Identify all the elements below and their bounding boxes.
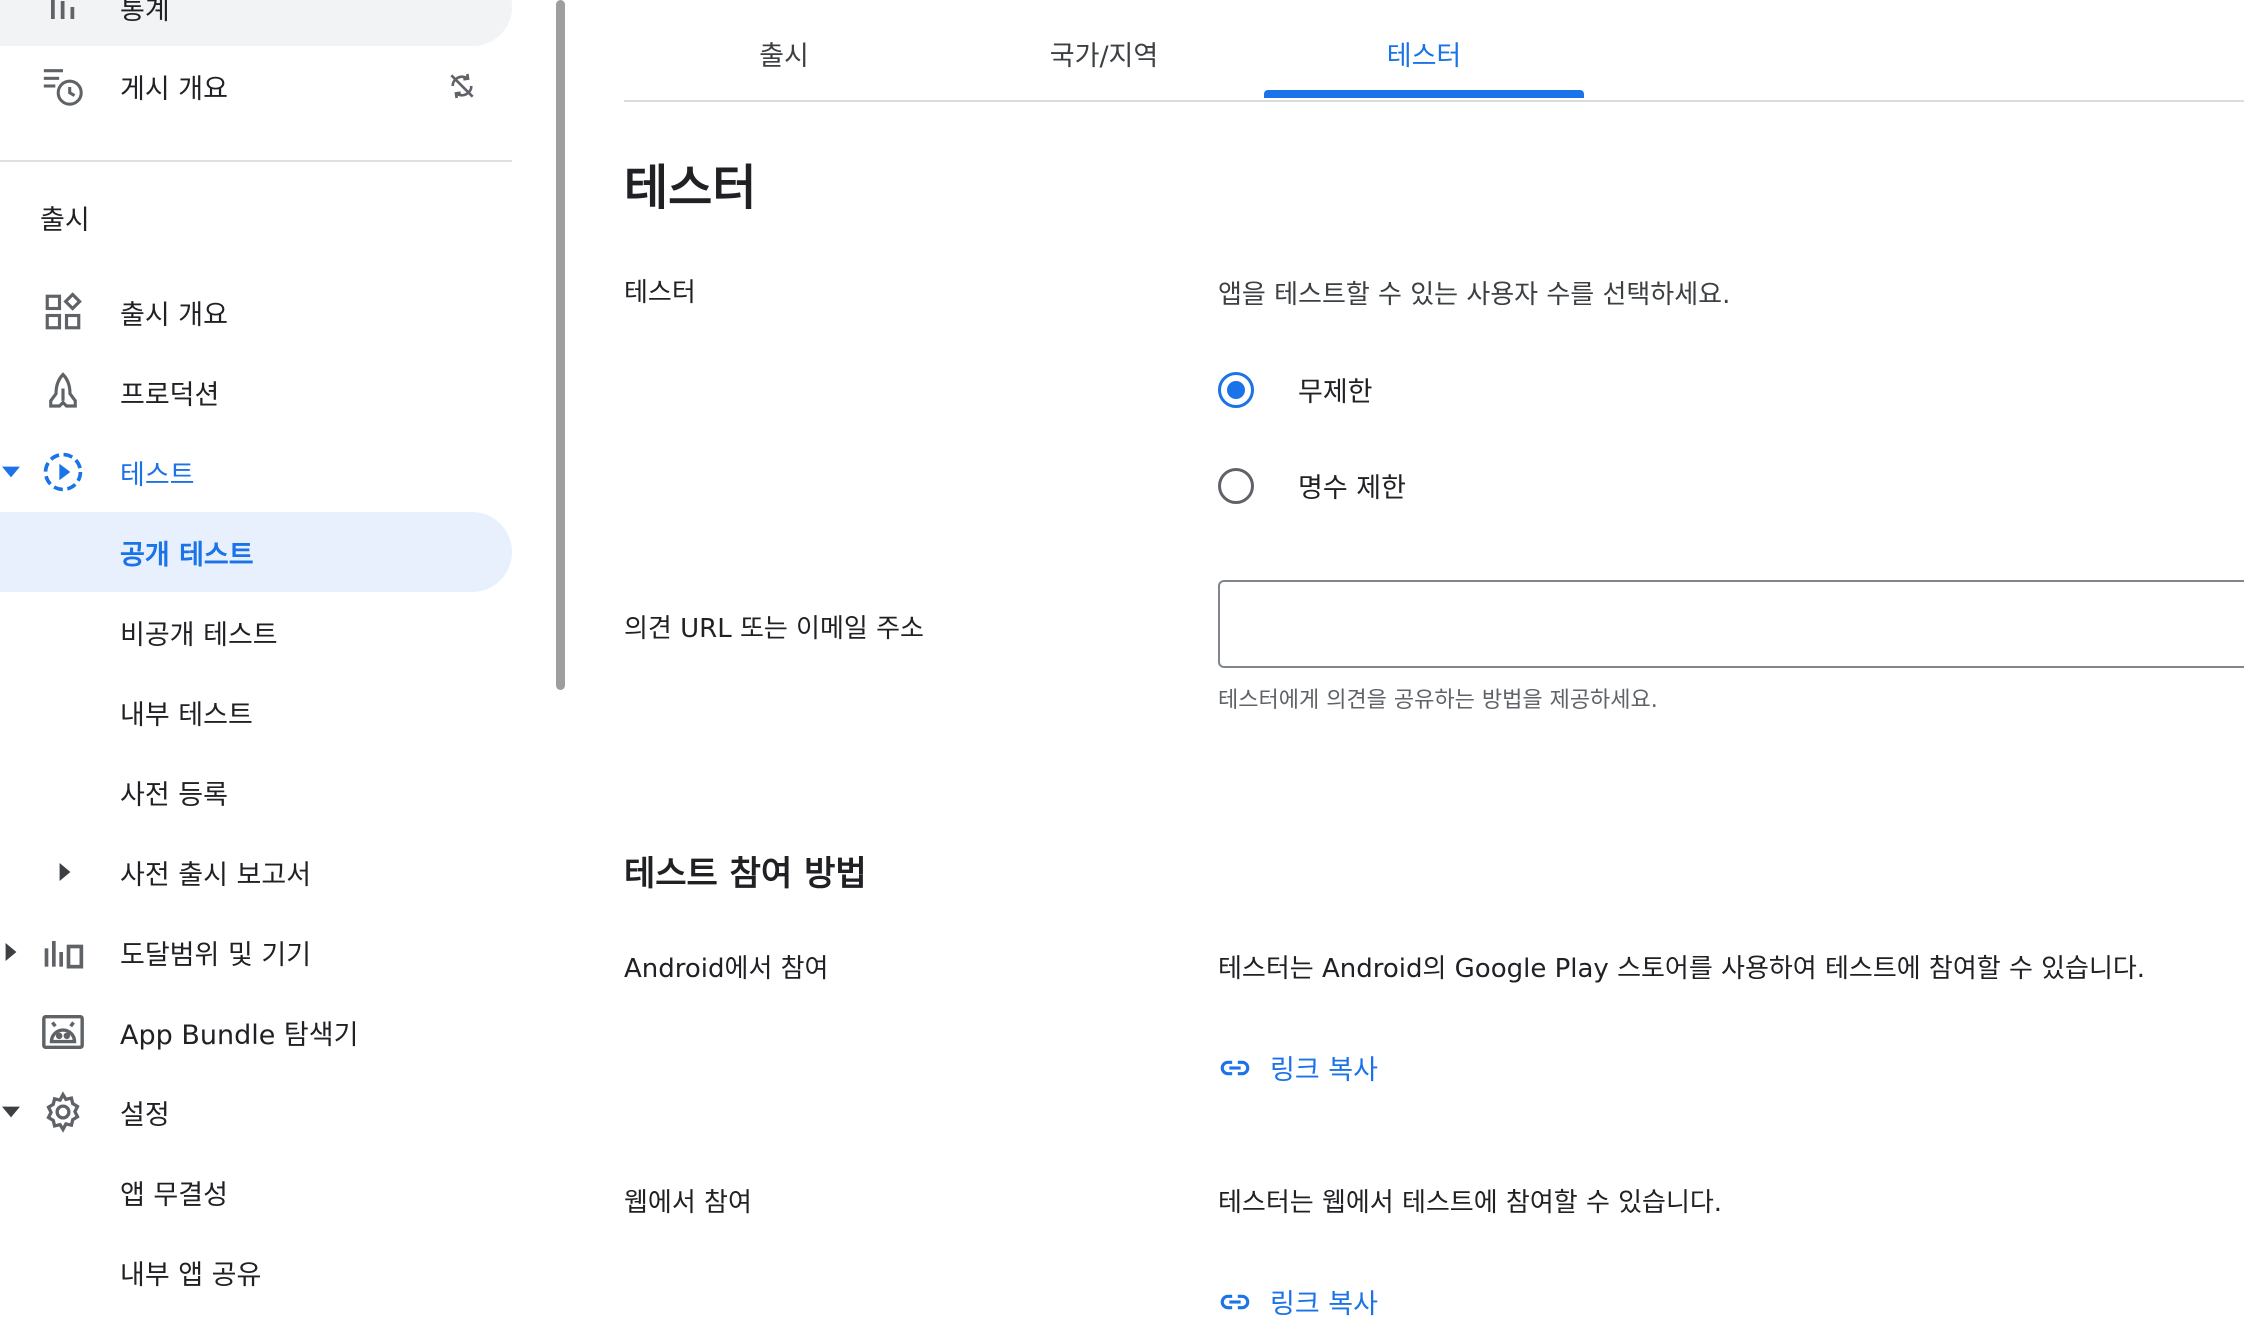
sidebar-item-testing[interactable]: 테스트 <box>0 432 512 512</box>
sidebar-item-label: App Bundle 탐색기 <box>120 1019 359 1051</box>
caret-right-icon <box>54 861 76 883</box>
tab-testers[interactable]: 테스터 <box>1264 34 1584 73</box>
sidebar-item-internal-testing[interactable]: 내부 테스트 <box>0 672 512 752</box>
sidebar-divider <box>0 160 512 162</box>
active-tab-indicator <box>1264 90 1584 98</box>
android-icon <box>40 1009 86 1055</box>
tab-release[interactable]: 출시 <box>624 34 944 73</box>
sidebar-item-label: 사전 등록 <box>120 779 228 811</box>
dashboard-icon <box>40 289 86 335</box>
sidebar-item-internal-app-sharing[interactable]: 내부 앱 공유 <box>0 1232 512 1312</box>
feedback-label: 의견 URL 또는 이메일 주소 <box>624 614 924 644</box>
radio-label: 명수 제한 <box>1298 473 1406 504</box>
sidebar-item-open-testing[interactable]: 공개 테스트 <box>0 512 512 592</box>
sidebar-item-label: 프로덕션 <box>120 379 220 411</box>
caret-down-icon <box>0 461 22 483</box>
feedback-helper-text: 테스터에게 의견을 공유하는 방법을 제공하세요. <box>1218 688 1658 713</box>
radio-limited[interactable]: 명수 제한 <box>1218 466 1406 505</box>
copy-link-label: 링크 복사 <box>1270 1289 1378 1320</box>
sidebar-item-pre-launch-report[interactable]: 사전 출시 보고서 <box>0 832 512 912</box>
sidebar-item-publishing-overview[interactable]: 게시 개요 <box>0 46 512 126</box>
web-join-description: 테스터는 웹에서 테스트에 참여할 수 있습니다. <box>1218 1188 1723 1218</box>
tab-bar: 출시 국가/지역 테스터 <box>624 0 2244 102</box>
sidebar-item-label: 통계 <box>120 0 170 26</box>
link-icon <box>1218 1285 1252 1319</box>
web-join-label: 웹에서 참여 <box>624 1188 752 1218</box>
sidebar-item-settings[interactable]: 설정 <box>0 1072 512 1152</box>
sync-disabled-icon <box>446 70 478 102</box>
caret-right-icon <box>0 941 22 963</box>
sidebar-item-label: 공개 테스트 <box>120 539 254 571</box>
radio-unlimited[interactable]: 무제한 <box>1218 370 1373 409</box>
radio-circle[interactable] <box>1218 467 1254 504</box>
testing-play-icon <box>40 449 86 495</box>
copy-link-label: 링크 복사 <box>1270 1055 1378 1086</box>
sidebar-item-app-bundle-explorer[interactable]: App Bundle 탐색기 <box>0 992 512 1072</box>
sidebar-item-label: 앱 무결성 <box>120 1179 228 1211</box>
sidebar-item-label: 게시 개요 <box>120 73 228 105</box>
sidebar-item-release-overview[interactable]: 출시 개요 <box>0 272 512 352</box>
sidebar-item-statistics[interactable]: 통계 <box>0 0 512 46</box>
radio-label: 무제한 <box>1298 377 1373 408</box>
testers-label: 테스터 <box>624 278 696 308</box>
sidebar-scrollbar[interactable] <box>556 0 565 690</box>
tab-countries-regions[interactable]: 국가/지역 <box>944 34 1264 73</box>
android-join-label: Android에서 참여 <box>624 954 829 984</box>
sidebar-item-app-integrity[interactable]: 앱 무결성 <box>0 1152 512 1232</box>
feedback-url-input[interactable] <box>1218 580 2244 668</box>
sidebar-item-label: 사전 출시 보고서 <box>120 859 312 891</box>
sidebar-item-label: 설정 <box>120 1099 170 1131</box>
sidebar-item-label: 내부 앱 공유 <box>120 1259 262 1291</box>
publishing-overview-icon <box>40 63 86 109</box>
sidebar-item-pre-registration[interactable]: 사전 등록 <box>0 752 512 832</box>
link-icon <box>1218 1051 1252 1085</box>
page-title: 테스터 <box>624 160 757 216</box>
sidebar-item-label: 도달범위 및 기기 <box>120 939 312 971</box>
sidebar-item-label: 테스트 <box>120 459 195 491</box>
sidebar-item-label: 비공개 테스트 <box>120 619 278 651</box>
section-title-join: 테스트 참여 방법 <box>624 854 867 894</box>
sidebar-section-heading: 출시 <box>40 205 90 236</box>
sidebar-nav: 통계 게시 개요 출시 출시 개요 프로덕션 테스트 공개 테스트 비공개 테스… <box>0 0 520 1328</box>
android-join-description: 테스터는 Android의 Google Play 스토어를 사용하여 테스트에… <box>1218 954 2146 984</box>
sidebar-item-reach-devices[interactable]: 도달범위 및 기기 <box>0 912 512 992</box>
sidebar-item-closed-testing[interactable]: 비공개 테스트 <box>0 592 512 672</box>
caret-down-icon <box>0 1101 22 1123</box>
web-copy-link[interactable]: 링크 복사 <box>1218 1282 1378 1321</box>
radio-circle[interactable] <box>1218 371 1254 408</box>
sidebar-item-label: 출시 개요 <box>120 299 228 331</box>
bar-chart-icon <box>40 0 86 30</box>
testers-description: 앱을 테스트할 수 있는 사용자 수를 선택하세요. <box>1218 280 1731 310</box>
reach-devices-icon <box>40 929 86 975</box>
android-copy-link[interactable]: 링크 복사 <box>1218 1048 1378 1087</box>
gear-icon <box>40 1089 86 1135</box>
sidebar-item-production[interactable]: 프로덕션 <box>0 352 512 432</box>
production-icon <box>40 369 86 415</box>
sidebar-item-label: 내부 테스트 <box>120 699 253 731</box>
